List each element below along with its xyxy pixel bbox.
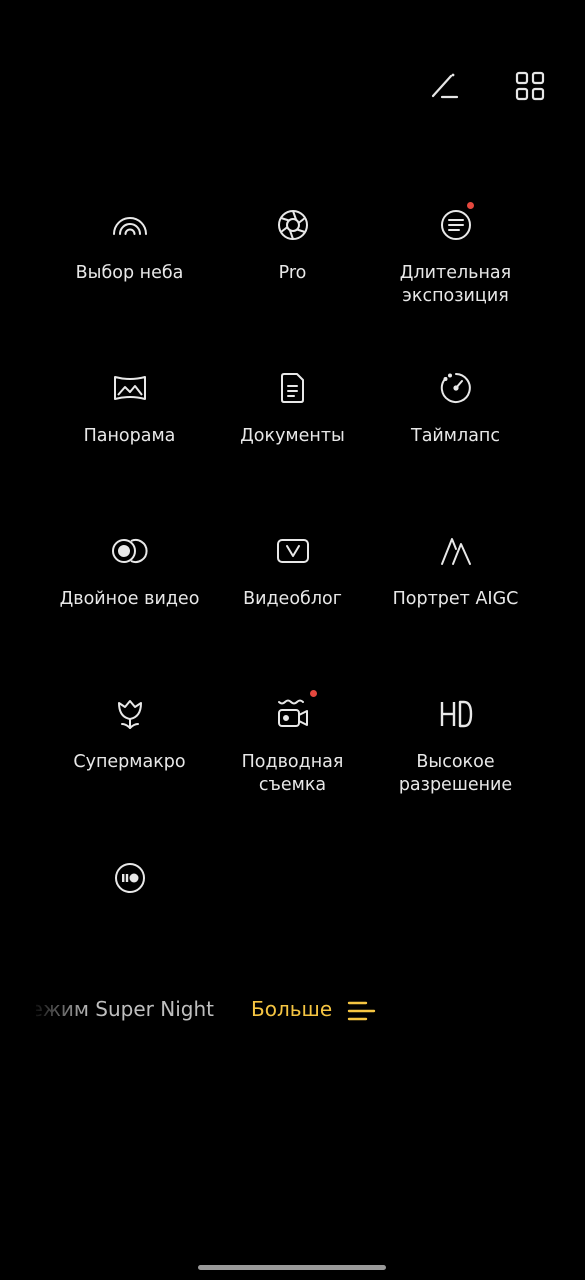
mode-long-exposure[interactable]: Длительная экспозиция	[374, 202, 537, 308]
dual-video-icon	[110, 531, 150, 571]
vlog-icon	[273, 531, 313, 571]
mode-label: Pro	[278, 263, 307, 283]
aperture-icon	[273, 205, 313, 245]
mode-selector-strip[interactable]: Режим Super Night Больше	[0, 995, 585, 1027]
mode-strip-more[interactable]: Больше	[251, 997, 332, 1021]
mode-panorama[interactable]: Панорама	[48, 368, 211, 448]
new-badge	[466, 202, 474, 209]
mode-label: Видеоблог	[243, 589, 342, 609]
mode-pro[interactable]: Pro	[211, 205, 374, 285]
aigc-portrait-icon	[436, 531, 476, 571]
timelapse-icon	[436, 368, 476, 408]
home-indicator[interactable]	[198, 1265, 386, 1270]
grid-layout-button[interactable]	[510, 68, 550, 108]
mode-label: Подводная съемка	[241, 752, 344, 795]
mode-label: Таймлапс	[411, 426, 500, 446]
grid-layout-icon	[515, 71, 545, 105]
mode-timelapse[interactable]: Таймлапс	[374, 368, 537, 448]
strip-fade	[30, 995, 90, 1027]
mode-label: Супермакро	[73, 752, 186, 772]
panorama-icon	[110, 368, 150, 408]
new-badge	[309, 690, 317, 697]
mode-supermacro[interactable]: Супермакро	[48, 694, 211, 774]
underwater-camera-icon	[273, 690, 317, 734]
mode-label: Высокое разрешение	[398, 752, 513, 795]
mode-label: Документы	[240, 426, 345, 446]
mode-label: Выбор неба	[75, 263, 184, 283]
mode-aigc-portrait[interactable]: Портрет AIGC	[374, 531, 537, 611]
more-menu-icon[interactable]	[346, 999, 376, 1027]
document-icon	[273, 368, 313, 408]
mode-dual-video[interactable]: Двойное видео	[48, 531, 211, 611]
long-exposure-icon	[436, 202, 476, 245]
record-icon	[110, 858, 150, 898]
rainbow-sky-icon	[110, 205, 150, 245]
mode-label: Двойное видео	[59, 589, 200, 609]
mode-label: Длительная экспозиция	[399, 263, 512, 306]
edit-button[interactable]	[423, 68, 463, 108]
mode-sky-select[interactable]: Выбор неба	[48, 205, 211, 285]
mode-high-resolution[interactable]: Высокое разрешение	[374, 694, 537, 797]
supermacro-flower-icon	[110, 694, 150, 734]
mode-underwater[interactable]: Подводная съемка	[211, 690, 374, 797]
mode-record[interactable]	[48, 858, 211, 915]
mode-label: Панорама	[83, 426, 176, 446]
mode-vlog[interactable]: Видеоблог	[211, 531, 374, 611]
mode-documents[interactable]: Документы	[211, 368, 374, 448]
hd-icon	[436, 694, 476, 734]
edit-pencil-icon	[427, 70, 459, 106]
mode-label: Портрет AIGC	[392, 589, 519, 609]
